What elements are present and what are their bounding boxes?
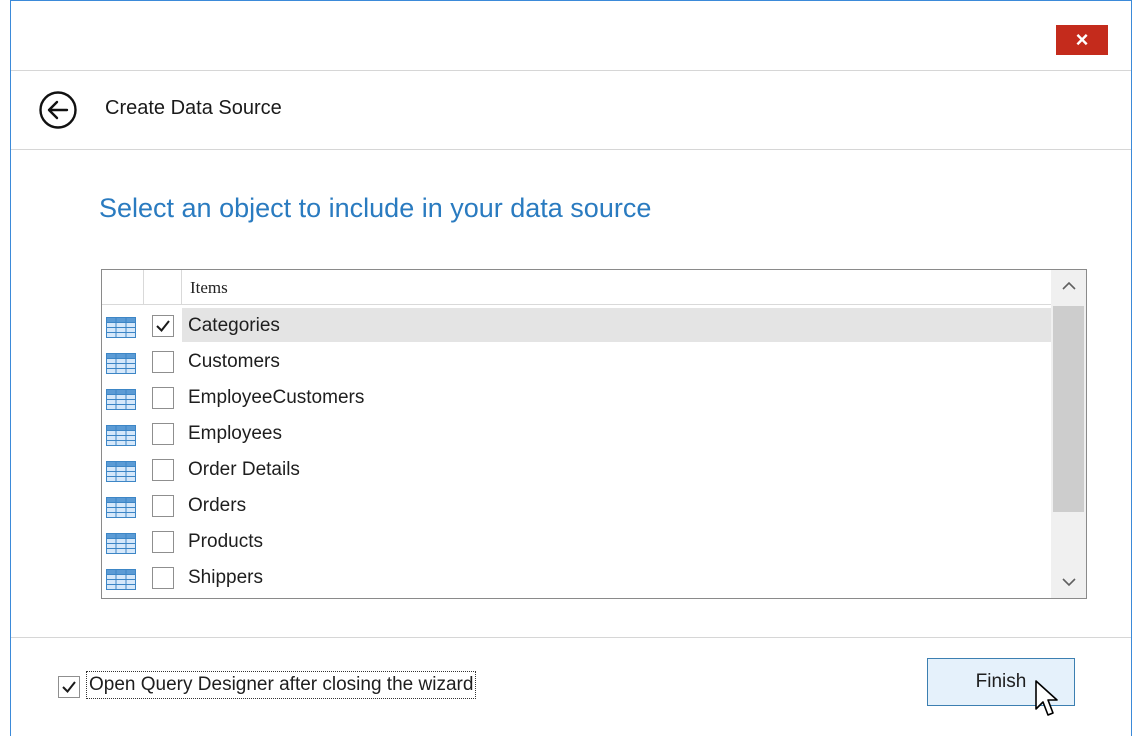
open-designer-label[interactable]: Open Query Designer after closing the wi… <box>86 671 477 699</box>
row-label: Shippers <box>188 567 263 588</box>
grid-header: Items <box>102 270 1051 305</box>
row-checkbox[interactable] <box>152 567 174 589</box>
table-icon <box>106 389 136 410</box>
row-label: Customers <box>188 351 280 372</box>
row-highlight <box>182 452 1051 486</box>
row-label: EmployeeCustomers <box>188 387 365 408</box>
row-highlight <box>182 488 1051 522</box>
table-row[interactable]: Employees <box>102 416 1051 452</box>
items-grid: Items Categories Customers EmployeeCustome… <box>101 269 1087 599</box>
table-row[interactable]: Orders <box>102 488 1051 524</box>
checkmark-icon <box>156 320 170 333</box>
finish-button[interactable]: Finish <box>927 658 1075 706</box>
main-heading: Select an object to include in your data… <box>99 193 652 223</box>
divider <box>11 149 1131 150</box>
table-icon <box>106 569 136 590</box>
table-row[interactable]: EmployeeCustomers <box>102 380 1051 416</box>
table-row[interactable]: Customers <box>102 344 1051 380</box>
row-highlight <box>182 416 1051 450</box>
row-checkbox[interactable] <box>152 459 174 481</box>
checkmark-icon <box>62 681 76 694</box>
scroll-down-button[interactable] <box>1051 566 1086 598</box>
row-label: Orders <box>188 495 247 516</box>
check-column-header[interactable] <box>144 270 182 304</box>
chevron-down-icon <box>1061 578 1076 587</box>
table-icon <box>106 461 136 482</box>
row-label: Order Details <box>188 459 300 480</box>
scroll-thumb[interactable] <box>1053 306 1084 512</box>
row-checkbox[interactable] <box>152 531 174 553</box>
page-title: Create Data Source <box>105 97 282 119</box>
row-checkbox[interactable] <box>152 387 174 409</box>
row-highlight <box>182 308 1051 342</box>
divider <box>11 637 1131 638</box>
grid-rows: Categories Customers EmployeeCustomers Empl… <box>102 308 1051 596</box>
vertical-scrollbar[interactable] <box>1051 270 1086 598</box>
table-row[interactable]: Categories <box>102 308 1051 344</box>
icon-column-header <box>102 270 144 304</box>
scroll-up-button[interactable] <box>1051 270 1086 302</box>
close-icon: × <box>1075 27 1089 52</box>
table-row[interactable]: Shippers <box>102 560 1051 596</box>
row-checkbox[interactable] <box>152 495 174 517</box>
row-highlight <box>182 344 1051 378</box>
close-button[interactable]: × <box>1056 25 1108 55</box>
table-icon <box>106 533 136 554</box>
chevron-up-icon <box>1061 281 1076 290</box>
row-label: Categories <box>188 315 280 336</box>
row-checkbox[interactable] <box>152 423 174 445</box>
finish-button-label: Finish <box>975 671 1027 692</box>
back-button[interactable] <box>38 90 78 130</box>
row-checkbox[interactable] <box>152 315 174 337</box>
table-icon <box>106 497 136 518</box>
table-icon <box>106 353 136 374</box>
row-checkbox[interactable] <box>152 351 174 373</box>
title-bar: × <box>11 1 1131 69</box>
table-row[interactable]: Order Details <box>102 452 1051 488</box>
wizard-window: × Create Data Source Select an object to… <box>10 0 1132 736</box>
row-highlight <box>182 560 1051 594</box>
wizard-header: Create Data Source <box>11 71 1131 149</box>
table-icon <box>106 317 136 338</box>
row-highlight <box>182 524 1051 558</box>
open-designer-checkbox[interactable] <box>58 676 80 698</box>
items-column-header[interactable]: Items <box>190 278 228 298</box>
table-icon <box>106 425 136 446</box>
back-arrow-icon <box>39 91 77 129</box>
row-label: Employees <box>188 423 282 444</box>
table-row[interactable]: Products <box>102 524 1051 560</box>
row-label: Products <box>188 531 263 552</box>
